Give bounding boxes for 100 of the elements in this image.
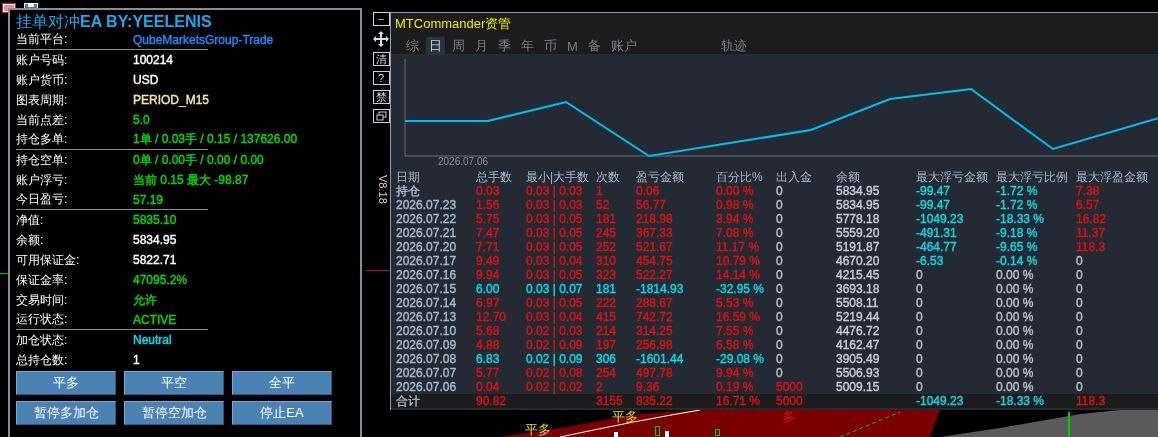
table-cell: 52 bbox=[596, 198, 636, 212]
info-value: PERIOD_M15 bbox=[133, 93, 210, 107]
move-icon[interactable] bbox=[373, 31, 389, 47]
table-cell: 持仓 bbox=[396, 184, 476, 198]
info-value: QubeMarketsGroup-Trade bbox=[133, 32, 274, 47]
toolbar-button[interactable]: ? bbox=[372, 71, 390, 85]
action-button[interactable]: 全平 bbox=[232, 371, 332, 395]
axis-label: 2026.07.06 bbox=[438, 156, 489, 167]
track-tab[interactable]: 轨迹 bbox=[717, 37, 750, 55]
table-cell: 7.47 bbox=[476, 226, 526, 240]
table-cell: 2026.07.23 bbox=[396, 198, 476, 212]
table-cell: 0.98 % bbox=[716, 198, 776, 212]
info-label: 账户货币: bbox=[16, 71, 69, 89]
total-cell: 5000 bbox=[776, 394, 803, 408]
table-cell: 0 bbox=[916, 338, 996, 352]
column-header: 最大浮盈金额 bbox=[1076, 170, 1148, 184]
toolbar-button[interactable]: 清 bbox=[372, 52, 390, 66]
table-cell: 5191.87 bbox=[836, 240, 916, 254]
info-value: 允许 bbox=[133, 291, 157, 309]
table-cell: 0.03 | 0.05 bbox=[526, 268, 596, 282]
table-cell: 0 bbox=[776, 240, 836, 254]
table-cell: 5219.44 bbox=[836, 310, 916, 324]
table-cell: 0 bbox=[916, 324, 996, 338]
table-cell: 4476.72 bbox=[836, 324, 916, 338]
info-value: Neutral bbox=[133, 333, 172, 347]
table-cell-text: 0 bbox=[1076, 338, 1084, 352]
info-label: 净值: bbox=[16, 211, 45, 229]
table-cell: 367.33 bbox=[636, 226, 716, 240]
price-level-line bbox=[0, 273, 8, 274]
period-tab[interactable]: 月 bbox=[472, 37, 491, 55]
table-cell: 10.79 % bbox=[716, 254, 776, 268]
panel-title: 挂单对冲EA BY:YEELENIS bbox=[16, 12, 213, 30]
action-button[interactable]: 停止EA bbox=[232, 401, 332, 425]
candlestick bbox=[1068, 412, 1070, 437]
table-cell: -99.47 bbox=[916, 184, 996, 198]
info-value: 5834.95 bbox=[133, 233, 177, 247]
table-cell: 0.19 % bbox=[716, 380, 776, 394]
table-cell: 0 bbox=[776, 184, 836, 198]
table-cell: 0.03 | 0.05 bbox=[526, 212, 596, 226]
table-cell: 3905.49 bbox=[836, 352, 916, 366]
period-tab[interactable]: 周 bbox=[449, 37, 468, 55]
info-label: 当前平台: bbox=[16, 31, 69, 48]
action-button[interactable]: 平空 bbox=[124, 371, 224, 395]
action-button[interactable]: 暂停多加仓 bbox=[16, 401, 116, 425]
table-cell: 2026.07.22 bbox=[396, 212, 476, 226]
table-cell: 2 bbox=[596, 380, 636, 394]
table-cell-text: 0 bbox=[1076, 380, 1084, 394]
table-cell: 0.02 | 0.08 bbox=[526, 366, 596, 380]
table-cell: 12.70 bbox=[476, 310, 526, 324]
table-cell: 181 bbox=[596, 282, 636, 296]
column-header: 总手数 bbox=[476, 170, 526, 184]
period-tab[interactable]: M bbox=[564, 37, 581, 55]
period-tab[interactable]: 日 bbox=[426, 37, 445, 55]
table-cell: 0 bbox=[916, 296, 996, 310]
table-cell: 0 bbox=[776, 226, 836, 240]
chart-label: 平多 bbox=[612, 410, 638, 424]
period-tab[interactable]: 综 bbox=[403, 37, 422, 55]
period-tab[interactable]: 备 bbox=[584, 37, 604, 55]
table-cell: 6.83 bbox=[476, 352, 526, 366]
table-cell: 0 bbox=[916, 380, 996, 394]
toolbar-button[interactable]: 禁 bbox=[372, 90, 390, 104]
action-button[interactable]: 暂停空加仓 bbox=[124, 401, 224, 425]
column-header: 最大浮亏比例 bbox=[996, 170, 1076, 184]
table-cell: 0.02 | 0.03 bbox=[526, 324, 596, 338]
table-cell: 0.03 | 0.04 bbox=[526, 310, 596, 324]
period-tab[interactable]: 季 bbox=[495, 37, 514, 55]
table-cell: 3693.18 bbox=[836, 282, 916, 296]
info-value: ACTIVE bbox=[133, 312, 177, 327]
table-cell: 323 bbox=[596, 268, 636, 282]
table-cell: 742.72 bbox=[636, 310, 716, 324]
table-cell: 306 bbox=[596, 352, 636, 366]
action-button[interactable]: 平多 bbox=[16, 371, 116, 395]
table-cell: 0.03 | 0.03 bbox=[526, 184, 596, 198]
period-tab[interactable]: 币 bbox=[541, 37, 560, 55]
table-cell: 0 bbox=[916, 366, 996, 380]
info-label: 账户浮亏: bbox=[16, 171, 69, 189]
table-cell: 7.55 % bbox=[716, 324, 776, 338]
table-cell: 256.98 bbox=[636, 338, 716, 352]
period-tab[interactable]: 年 bbox=[518, 37, 537, 55]
table-cell: 5834.95 bbox=[836, 184, 916, 198]
column-header: 百分比% bbox=[716, 170, 776, 184]
table-cell: 0 bbox=[776, 268, 836, 282]
period-tab[interactable]: 账户 bbox=[607, 37, 640, 55]
table-cell: 0.03 | 0.03 bbox=[526, 198, 596, 212]
table-cell: 252 bbox=[596, 240, 636, 254]
table-cell: 0.00 % bbox=[996, 366, 1076, 380]
table-cell: 522.27 bbox=[636, 268, 716, 282]
table-cell: 0.00 % bbox=[996, 310, 1076, 324]
table-cell: 5.77 bbox=[476, 366, 526, 380]
table-cell-text: 0 bbox=[1076, 324, 1084, 338]
table-cell: 218.98 bbox=[636, 212, 716, 226]
info-label: 今日盈亏: bbox=[16, 191, 69, 208]
toolbar-button[interactable]: − bbox=[372, 12, 390, 26]
table-cell-text: 11.37 bbox=[1076, 226, 1107, 240]
table-cell: -9.65 % bbox=[996, 240, 1076, 254]
restore-icon[interactable] bbox=[372, 109, 390, 123]
price-level-line bbox=[366, 270, 390, 271]
column-header: 出入金 bbox=[776, 170, 836, 184]
table-cell: 4215.45 bbox=[836, 268, 916, 282]
table-cell: 0.03 | 0.05 bbox=[526, 226, 596, 240]
